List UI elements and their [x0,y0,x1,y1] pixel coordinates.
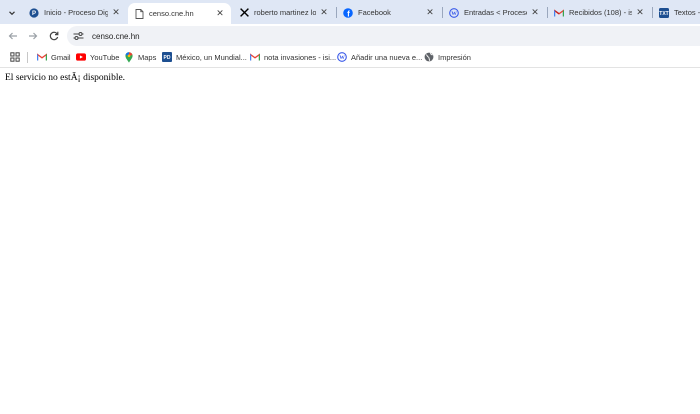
page-icon [134,8,144,19]
tab-facebook[interactable]: f Facebook ✕ [337,3,441,22]
svg-text:P: P [32,11,36,17]
wordpress-icon: W [449,7,459,18]
apps-button[interactable] [9,51,21,63]
bookmark-mexico-mundial[interactable]: PD México, un Mundial... [162,50,247,64]
tab-title: Recibidos (108) - isis [569,8,632,17]
maps-icon [124,51,134,63]
tab-roberto-martinez[interactable]: roberto martinez lozano ✕ [233,3,335,22]
arrow-right-icon [28,32,37,39]
svg-text:TXT: TXT [659,11,668,17]
tab-entradas-proceso-digital[interactable]: W Entradas < Proceso Digital ✕ [443,3,546,22]
gmail-icon [554,8,564,18]
svg-text:W: W [339,55,345,61]
bookmark-youtube[interactable]: YouTube [76,50,119,64]
wordpress-icon: W [337,52,347,62]
bookmark-label: Gmail [51,52,71,62]
x-icon [239,8,249,18]
bookmark-label: Maps [138,52,157,62]
globe-icon [424,52,434,62]
close-icon[interactable]: ✕ [635,7,645,18]
bookmark-anadir-nueva[interactable]: W Añadir una nueva e... [337,50,422,64]
svg-text:W: W [451,11,457,17]
bookmark-gmail[interactable]: Gmail [37,50,71,64]
bookmark-label: México, un Mundial... [176,52,247,62]
page-content: El servicio no estÃ¡ disponible. [0,69,700,414]
gmail-icon [250,52,260,62]
tab-inicio-proceso-digital[interactable]: P Inicio - Proceso Digital ✕ [23,3,127,22]
bookmarks-separator [27,52,28,63]
close-icon[interactable]: ✕ [319,7,329,18]
svg-text:f: f [347,9,350,17]
site-settings-icon[interactable] [72,30,84,42]
close-icon[interactable]: ✕ [530,7,540,18]
bookmark-label: Impresión [438,52,471,62]
tab-recibidos-gmail[interactable]: Recibidos (108) - isis ✕ [548,3,651,22]
close-icon[interactable]: ✕ [215,8,225,19]
tab-title: roberto martinez lozano [254,8,316,17]
tab-title: censo.cne.hn [149,9,194,18]
tab-strip: P Inicio - Proceso Digital ✕ censo.cne.h… [0,0,700,24]
tab-search-button[interactable] [4,5,19,20]
reload-icon [49,31,58,40]
bookmark-label: YouTube [90,52,120,62]
gmail-icon [37,52,47,62]
bookmarks-bar: Gmail YouTube Maps PD México, un Mundial… [0,47,700,68]
bookmark-impresion[interactable]: Impresión [424,50,471,64]
bookmark-label: Añadir una nueva e... [351,52,423,62]
tab-title: Textos - S [674,8,700,17]
chevron-down-icon [8,10,15,15]
tab-textos[interactable]: TXT Textos - S [653,3,700,22]
svg-text:PD: PD [164,55,171,61]
textos-icon: TXT [659,7,669,18]
process-digital-icon: P [29,7,39,18]
apps-grid-icon [10,52,20,62]
url-text[interactable]: censo.cne.hn [92,32,140,41]
reload-button[interactable] [46,28,61,43]
arrow-left-icon [8,32,17,39]
close-icon[interactable]: ✕ [111,7,121,18]
youtube-icon [76,52,86,62]
service-unavailable-message: El servicio no estÃ¡ disponible. [5,73,126,83]
bookmark-maps[interactable]: Maps [124,50,156,64]
back-button[interactable] [5,28,20,43]
tab-title: Entradas < Proceso Digital [464,8,527,17]
tab-title: Facebook [358,8,391,17]
bookmark-label: nota invasiones - isi... [264,52,337,62]
site-icon: PD [162,52,172,62]
toolbar: censo.cne.hn [0,24,700,47]
facebook-icon: f [343,7,353,18]
address-bar[interactable]: censo.cne.hn [67,26,700,46]
tab-censo-cne-hn[interactable]: censo.cne.hn ✕ [128,3,231,24]
bookmark-nota-invasiones[interactable]: nota invasiones - isi... [250,50,336,64]
close-icon[interactable]: ✕ [425,7,435,18]
tab-title: Inicio - Proceso Digital [44,8,108,17]
forward-button[interactable] [25,28,40,43]
